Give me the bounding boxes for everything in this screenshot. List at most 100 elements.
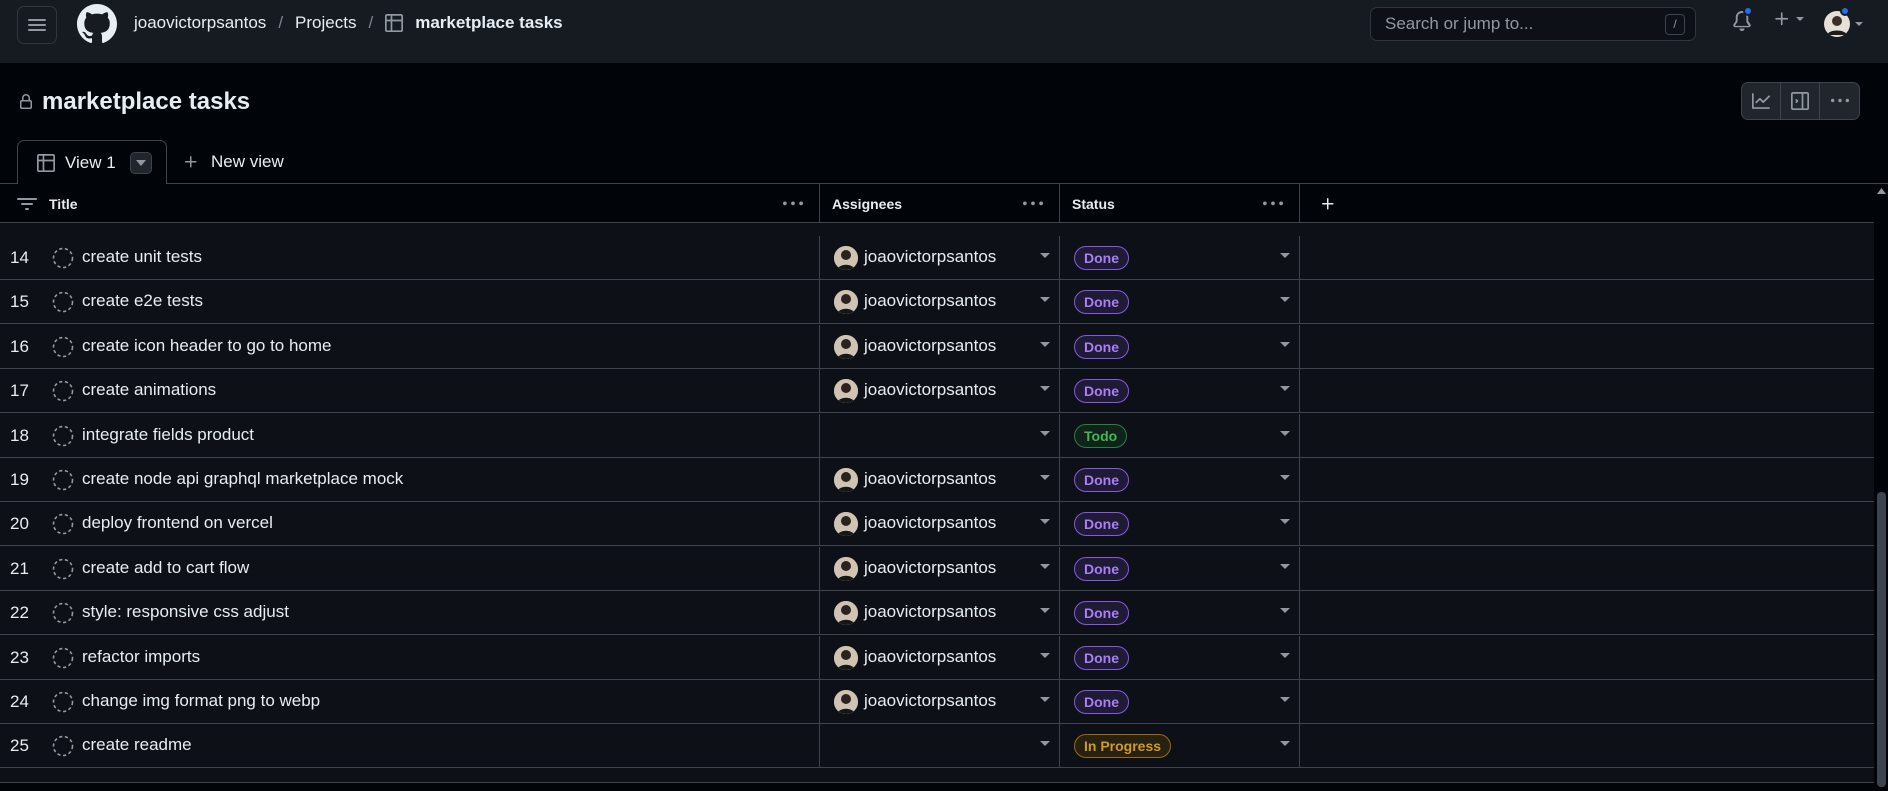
title-cell[interactable]: 20 deploy frontend on vercel bbox=[0, 502, 820, 547]
breadcrumb-project-link[interactable]: marketplace tasks bbox=[415, 13, 562, 33]
table-row[interactable]: 20 deploy frontend on vercel joaovictorp… bbox=[0, 502, 1874, 547]
assignee-dropdown-caret-icon[interactable] bbox=[1040, 652, 1050, 658]
title-cell[interactable]: 16 create icon header to go to home bbox=[0, 324, 820, 369]
title-cell[interactable]: 14 create unit tests bbox=[0, 236, 820, 280]
status-dropdown-caret-icon[interactable] bbox=[1280, 253, 1290, 258]
table-row[interactable]: 21 create add to cart flow joaovictorpsa… bbox=[0, 546, 1874, 591]
assignees-cell[interactable]: joaovictorpsantos bbox=[820, 502, 1060, 547]
assignee-dropdown-caret-icon[interactable] bbox=[1040, 563, 1050, 569]
table-row[interactable]: 19 create node api graphql marketplace m… bbox=[0, 458, 1874, 502]
title-cell[interactable]: 25 create readme bbox=[0, 724, 820, 769]
scrollbar-thumb[interactable] bbox=[1877, 492, 1886, 787]
column-options-icon[interactable] bbox=[783, 194, 803, 214]
status-cell[interactable]: Done bbox=[1060, 458, 1300, 502]
status-dropdown-caret-icon[interactable] bbox=[1280, 608, 1290, 614]
menu-button[interactable] bbox=[17, 6, 57, 44]
status-dropdown-caret-icon[interactable] bbox=[1280, 741, 1290, 747]
table-row[interactable]: 24 change img format png to webp joaovic… bbox=[0, 680, 1874, 724]
title-cell[interactable]: 15 create e2e tests bbox=[0, 280, 820, 325]
notifications-button[interactable] bbox=[1732, 6, 1753, 37]
table-row[interactable]: 18 integrate fields product Todo bbox=[0, 413, 1874, 458]
item-title[interactable]: create unit tests bbox=[82, 247, 202, 267]
status-dropdown-caret-icon[interactable] bbox=[1280, 297, 1290, 303]
title-cell[interactable]: 23 refactor imports bbox=[0, 635, 820, 680]
status-cell[interactable]: Done bbox=[1060, 324, 1300, 369]
item-title[interactable]: create icon header to go to home bbox=[82, 336, 332, 356]
table-row[interactable]: 17 create animations joaovictorpsantos D… bbox=[0, 369, 1874, 414]
new-view-button[interactable]: New view bbox=[183, 152, 284, 172]
assignees-cell[interactable]: joaovictorpsantos bbox=[820, 680, 1060, 724]
assignees-cell[interactable]: joaovictorpsantos bbox=[820, 635, 1060, 680]
status-dropdown-caret-icon[interactable] bbox=[1280, 386, 1290, 392]
column-header-assignees[interactable]: Assignees bbox=[820, 184, 1060, 223]
assignee-dropdown-caret-icon[interactable] bbox=[1040, 608, 1050, 614]
table-row[interactable]: 25 create readme In Progress bbox=[0, 724, 1874, 769]
tab-view-1[interactable]: View 1 bbox=[17, 140, 167, 184]
assignees-cell[interactable]: joaovictorpsantos bbox=[820, 369, 1060, 414]
more-options-button[interactable] bbox=[1820, 83, 1859, 119]
item-title[interactable]: create e2e tests bbox=[82, 291, 203, 311]
status-cell[interactable]: Todo bbox=[1060, 413, 1300, 458]
insights-button[interactable] bbox=[1742, 83, 1781, 119]
add-field-button[interactable] bbox=[1300, 184, 1874, 223]
assignees-cell[interactable]: joaovictorpsantos bbox=[820, 324, 1060, 369]
assignees-cell[interactable] bbox=[820, 413, 1060, 458]
title-cell[interactable]: 21 create add to cart flow bbox=[0, 546, 820, 591]
status-dropdown-caret-icon[interactable] bbox=[1280, 563, 1290, 569]
title-cell[interactable]: 19 create node api graphql marketplace m… bbox=[0, 458, 820, 502]
status-cell[interactable]: Done bbox=[1060, 369, 1300, 414]
view-options-dropdown[interactable] bbox=[129, 151, 152, 174]
title-cell[interactable]: 17 create animations bbox=[0, 369, 820, 414]
title-cell[interactable]: 18 integrate fields product bbox=[0, 413, 820, 458]
user-menu-button[interactable] bbox=[1824, 6, 1863, 37]
status-cell[interactable]: Done bbox=[1060, 502, 1300, 547]
assignees-cell[interactable]: joaovictorpsantos bbox=[820, 591, 1060, 636]
table-row[interactable]: 14 create unit tests joaovictorpsantos D… bbox=[0, 236, 1874, 280]
column-header-status[interactable]: Status bbox=[1060, 184, 1300, 223]
github-logo-icon[interactable] bbox=[77, 4, 117, 44]
status-dropdown-caret-icon[interactable] bbox=[1280, 430, 1290, 436]
vertical-scrollbar[interactable] bbox=[1874, 184, 1888, 791]
assignee-dropdown-caret-icon[interactable] bbox=[1040, 697, 1050, 702]
filter-icon[interactable] bbox=[17, 197, 37, 211]
status-dropdown-caret-icon[interactable] bbox=[1280, 697, 1290, 702]
status-dropdown-caret-icon[interactable] bbox=[1280, 519, 1290, 525]
item-title[interactable]: style: responsive css adjust bbox=[82, 602, 289, 622]
item-title[interactable]: create readme bbox=[82, 735, 192, 755]
item-title[interactable]: integrate fields product bbox=[82, 425, 254, 445]
breadcrumb-owner-link[interactable]: joaovictorpsantos bbox=[134, 13, 266, 33]
status-dropdown-caret-icon[interactable] bbox=[1280, 475, 1290, 480]
item-title[interactable]: change img format png to webp bbox=[82, 691, 320, 711]
status-cell[interactable]: Done bbox=[1060, 236, 1300, 280]
assignee-dropdown-caret-icon[interactable] bbox=[1040, 253, 1050, 258]
assignee-dropdown-caret-icon[interactable] bbox=[1040, 341, 1050, 347]
search-input[interactable]: Search or jump to... / bbox=[1370, 7, 1696, 41]
item-title[interactable]: deploy frontend on vercel bbox=[82, 513, 273, 533]
assignee-dropdown-caret-icon[interactable] bbox=[1040, 386, 1050, 392]
status-dropdown-caret-icon[interactable] bbox=[1280, 341, 1290, 347]
table-row[interactable]: 22 style: responsive css adjust joaovict… bbox=[0, 591, 1874, 636]
assignee-dropdown-caret-icon[interactable] bbox=[1040, 475, 1050, 480]
column-options-icon[interactable] bbox=[1263, 194, 1283, 214]
status-cell[interactable]: In Progress bbox=[1060, 724, 1300, 769]
table-row[interactable]: 23 refactor imports joaovictorpsantos Do… bbox=[0, 635, 1874, 680]
assignees-cell[interactable]: joaovictorpsantos bbox=[820, 458, 1060, 502]
column-options-icon[interactable] bbox=[1023, 194, 1043, 214]
assignees-cell[interactable]: joaovictorpsantos bbox=[820, 236, 1060, 280]
status-cell[interactable]: Done bbox=[1060, 280, 1300, 325]
assignees-cell[interactable]: joaovictorpsantos bbox=[820, 280, 1060, 325]
title-cell[interactable]: 24 change img format png to webp bbox=[0, 680, 820, 724]
table-row[interactable]: 15 create e2e tests joaovictorpsantos Do… bbox=[0, 280, 1874, 325]
item-title[interactable]: create animations bbox=[82, 380, 216, 400]
item-title[interactable]: create add to cart flow bbox=[82, 558, 249, 578]
assignee-dropdown-caret-icon[interactable] bbox=[1040, 519, 1050, 525]
status-cell[interactable]: Done bbox=[1060, 635, 1300, 680]
assignees-cell[interactable] bbox=[820, 724, 1060, 769]
assignee-dropdown-caret-icon[interactable] bbox=[1040, 741, 1050, 747]
status-cell[interactable]: Done bbox=[1060, 680, 1300, 724]
item-title[interactable]: refactor imports bbox=[82, 647, 200, 667]
assignee-dropdown-caret-icon[interactable] bbox=[1040, 430, 1050, 436]
breadcrumb-projects-link[interactable]: Projects bbox=[295, 13, 356, 33]
assignee-dropdown-caret-icon[interactable] bbox=[1040, 297, 1050, 303]
table-row[interactable]: 16 create icon header to go to home joao… bbox=[0, 324, 1874, 369]
